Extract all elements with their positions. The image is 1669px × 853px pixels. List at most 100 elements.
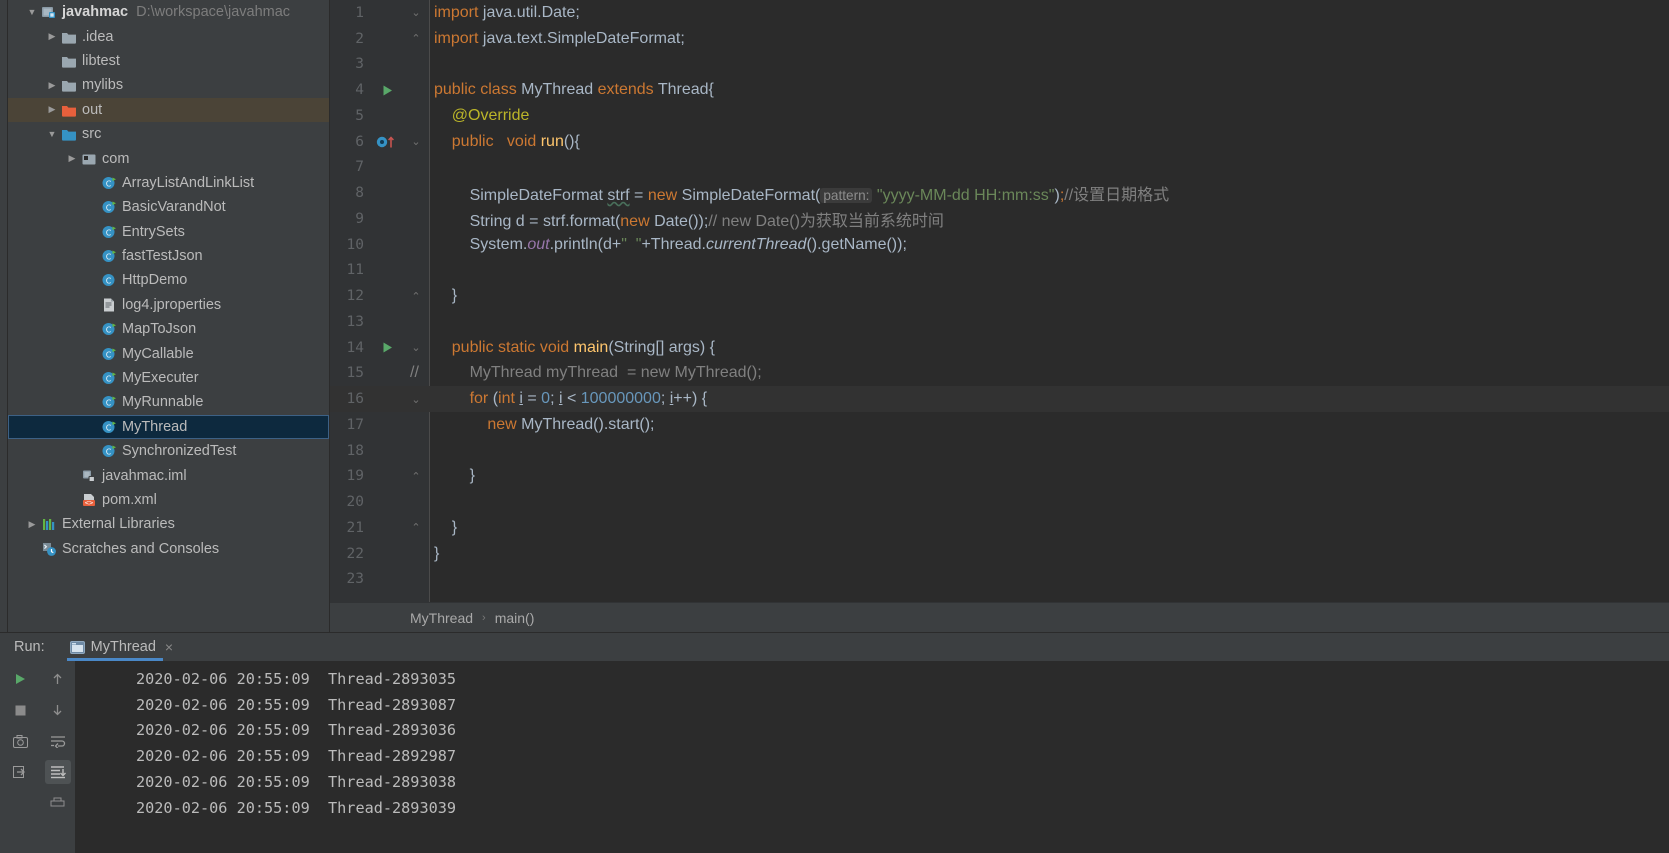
- print-icon[interactable]: [45, 791, 71, 815]
- code-line[interactable]: 11: [330, 258, 1669, 284]
- run-tab-label[interactable]: MyThread: [91, 639, 156, 655]
- code-line-text[interactable]: // MyThread myThread = new MyThread();: [410, 364, 1669, 382]
- code-line-text[interactable]: public static void main(String[] args) {: [430, 339, 1669, 357]
- run-gutter-icon[interactable]: [372, 341, 402, 354]
- project-tree[interactable]: ▼ javahmac D:\workspace\javahmac ▶ .idea libt…: [8, 0, 329, 561]
- rerun-icon[interactable]: [7, 667, 33, 691]
- code-line-text[interactable]: }: [430, 545, 1669, 563]
- code-line[interactable]: 5 @Override: [330, 103, 1669, 129]
- code-line[interactable]: 15 // MyThread myThread = new MyThread();: [330, 361, 1669, 387]
- breadcrumb[interactable]: MyThread › main(): [330, 602, 1669, 632]
- chevron-down-icon[interactable]: ▼: [44, 129, 60, 139]
- code-line[interactable]: 9 String d = strf.format(new Date());// …: [330, 206, 1669, 232]
- tree-row[interactable]: C ArrayListAndLinkList: [8, 171, 329, 195]
- code-line[interactable]: 8 SimpleDateFormat strf = new SimpleDate…: [330, 180, 1669, 206]
- code-line-text[interactable]: new MyThread().start();: [430, 416, 1669, 434]
- tree-row[interactable]: ▶ External Libraries: [8, 512, 329, 536]
- tree-row[interactable]: ▶ mylibs: [8, 73, 329, 97]
- code-line[interactable]: 1 ⌄ import java.util.Date;: [330, 0, 1669, 26]
- scroll-to-end-icon[interactable]: [44, 760, 71, 784]
- tree-row[interactable]: C MyExecuter: [8, 366, 329, 390]
- tree-row[interactable]: ▶ .idea: [8, 24, 329, 48]
- fold-end-icon[interactable]: ⌃: [402, 32, 430, 45]
- code-line[interactable]: 16 ⌄ for (int i = 0; i < 100000000; i++) …: [330, 386, 1669, 412]
- code-line[interactable]: 17 new MyThread().start();: [330, 412, 1669, 438]
- code-line[interactable]: 22}: [330, 541, 1669, 567]
- tree-row[interactable]: C SynchronizedTest: [8, 439, 329, 463]
- code-line[interactable]: 2 ⌃ import java.text.SimpleDateFormat;: [330, 26, 1669, 52]
- code-line-text[interactable]: }: [430, 519, 1669, 537]
- code-line-text[interactable]: import java.text.SimpleDateFormat;: [430, 30, 1669, 48]
- tree-row[interactable]: ▶ out: [8, 97, 329, 122]
- code-line[interactable]: 3: [330, 52, 1669, 78]
- code-lines[interactable]: 1 ⌄ import java.util.Date; 2 ⌃ import java.te…: [330, 0, 1669, 592]
- code-line-text[interactable]: String d = strf.format(new Date());// ne…: [430, 207, 1669, 231]
- tree-row[interactable]: libtest: [8, 49, 329, 73]
- tree-row[interactable]: C HttpDemo: [8, 268, 329, 292]
- tree-row[interactable]: <> pom.xml: [8, 488, 329, 512]
- tree-row-project-root[interactable]: ▼ javahmac D:\workspace\javahmac: [8, 0, 329, 24]
- tree-row[interactable]: C EntrySets: [8, 220, 329, 244]
- code-line-text[interactable]: }: [430, 467, 1669, 485]
- scroll-down-icon[interactable]: [45, 698, 71, 722]
- code-line-text[interactable]: System.out.println(d+" "+Thread.currentT…: [430, 236, 1669, 254]
- tree-row[interactable]: C MapToJson: [8, 317, 329, 341]
- run-tab-mythread[interactable]: MyThread ×: [63, 633, 179, 661]
- fold-end-icon[interactable]: ⌃: [402, 470, 430, 483]
- fold-start-icon[interactable]: ⌄: [402, 6, 430, 19]
- tree-row[interactable]: C MyRunnable: [8, 390, 329, 414]
- code-line[interactable]: 13: [330, 309, 1669, 335]
- project-tool-window[interactable]: ▼ javahmac D:\workspace\javahmac ▶ .idea libt…: [8, 0, 330, 632]
- chevron-right-icon[interactable]: ▶: [44, 104, 60, 115]
- fold-start-icon[interactable]: ⌄: [402, 393, 430, 406]
- screenshot-icon[interactable]: [7, 729, 33, 753]
- code-line[interactable]: 20: [330, 489, 1669, 515]
- breadcrumb-method[interactable]: main(): [495, 610, 535, 626]
- chevron-right-icon[interactable]: ▶: [24, 519, 40, 530]
- chevron-right-icon[interactable]: ▶: [44, 31, 60, 42]
- code-line-text[interactable]: for (int i = 0; i < 100000000; i++) {: [430, 390, 1669, 408]
- code-line-text[interactable]: public void run(){: [430, 133, 1669, 151]
- tree-row[interactable]: C BasicVarandNot: [8, 195, 329, 219]
- tree-row[interactable]: ▼ src: [8, 122, 329, 146]
- fold-start-icon[interactable]: ⌄: [402, 341, 430, 354]
- code-viewport[interactable]: 1 ⌄ import java.util.Date; 2 ⌃ import java.te…: [330, 0, 1669, 602]
- close-icon[interactable]: ×: [165, 639, 173, 655]
- code-line-text[interactable]: public class MyThread extends Thread{: [430, 81, 1669, 99]
- export-icon[interactable]: [7, 760, 33, 784]
- tree-row[interactable]: javahmac.iml: [8, 463, 329, 487]
- fold-start-icon[interactable]: ⌄: [402, 135, 430, 148]
- tree-row[interactable]: CfastTestJson: [8, 244, 329, 268]
- chevron-right-icon[interactable]: ▶: [64, 153, 80, 164]
- code-line[interactable]: 23: [330, 567, 1669, 593]
- code-line[interactable]: 18: [330, 438, 1669, 464]
- console-output[interactable]: 2020-02-06 20:55:09 Thread-2893035 2020-0…: [76, 661, 1669, 853]
- stop-icon[interactable]: [7, 698, 33, 722]
- code-line[interactable]: 6 ⌄ public void run(){: [330, 129, 1669, 155]
- fold-end-icon[interactable]: ⌃: [402, 290, 430, 303]
- code-line[interactable]: 4 public class MyThread extends Thread{: [330, 77, 1669, 103]
- code-line[interactable]: 7: [330, 155, 1669, 181]
- code-line[interactable]: 10 System.out.println(d+" "+Thread.curre…: [330, 232, 1669, 258]
- chevron-right-icon[interactable]: ▶: [44, 80, 60, 91]
- tree-row[interactable]: ▶ com: [8, 146, 329, 170]
- tree-row[interactable]: C MyCallable: [8, 341, 329, 365]
- override-method-icon[interactable]: [372, 135, 402, 149]
- code-line[interactable]: 12 ⌃ }: [330, 283, 1669, 309]
- tree-row[interactable]: C MyThread: [8, 414, 329, 440]
- run-toolbar-secondary[interactable]: [40, 661, 76, 853]
- scroll-up-icon[interactable]: [45, 667, 71, 691]
- code-line[interactable]: 21 ⌃ }: [330, 515, 1669, 541]
- code-line[interactable]: 19 ⌃ }: [330, 464, 1669, 490]
- tree-row[interactable]: Scratches and Consoles: [8, 537, 329, 561]
- code-line-text[interactable]: @Override: [430, 107, 1669, 125]
- code-line[interactable]: 14 ⌄ public static void main(String[] arg…: [330, 335, 1669, 361]
- breadcrumb-class[interactable]: MyThread: [410, 610, 473, 626]
- run-toolbar-primary[interactable]: [0, 661, 40, 853]
- fold-end-icon[interactable]: ⌃: [402, 521, 430, 534]
- run-gutter-icon[interactable]: [372, 84, 402, 97]
- chevron-down-icon[interactable]: ▼: [24, 7, 40, 17]
- code-line-text[interactable]: import java.util.Date;: [430, 4, 1669, 22]
- code-line-text[interactable]: }: [430, 287, 1669, 305]
- soft-wrap-icon[interactable]: [45, 729, 71, 753]
